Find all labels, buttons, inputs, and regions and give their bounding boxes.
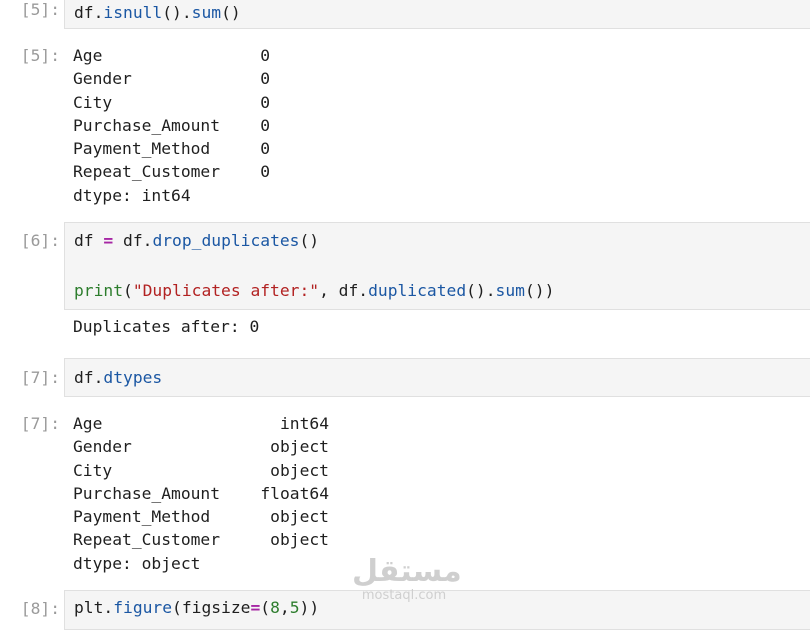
- cell-7-code-line: df.dtypes: [74, 366, 162, 389]
- series-value: int64: [279, 414, 329, 433]
- series-dtype: dtype: object: [73, 552, 329, 575]
- series-index: Repeat_Customer: [73, 530, 221, 550]
- series-row: Gender 0: [73, 67, 270, 90]
- code-token-number: 8: [270, 598, 280, 617]
- series-value: float64: [260, 483, 329, 503]
- code-token: ,: [279, 598, 290, 617]
- series-row: Purchase_Amount float64: [73, 482, 329, 505]
- cell-5-output-prompt: [5]:: [20, 46, 60, 65]
- cell-5-code-editor[interactable]: df.isnull().sum(): [64, 0, 810, 29]
- series-index: City: [73, 92, 113, 112]
- series-row: City 0: [73, 91, 270, 114]
- code-token-function: sum: [191, 3, 222, 22]
- cell-6-stdout: Duplicates after: 0: [73, 317, 260, 336]
- series-value: object: [270, 460, 329, 480]
- cell-7-input-prompt: [7]:: [20, 368, 60, 387]
- code-token: df: [74, 231, 104, 250]
- series-row: Gender object: [73, 435, 329, 458]
- cell-8-code-editor[interactable]: plt.figure(figsize=(8,5)): [64, 590, 810, 630]
- code-token-function: drop_duplicates: [152, 231, 300, 250]
- series-value: 0: [260, 46, 270, 65]
- series-index: Purchase_Amount: [73, 483, 221, 503]
- code-token: ().: [466, 281, 496, 300]
- series-row: City object: [73, 459, 329, 482]
- cell-6-code-line-1: df = df.drop_duplicates(): [74, 229, 319, 252]
- cell-5-output-series: Age 0 Gender 0 City 0 Purchase_Amount 0 Paym…: [73, 44, 270, 207]
- code-token: , df.: [319, 281, 369, 300]
- code-token: (): [299, 231, 320, 250]
- series-dtype-label: dtype: object: [73, 553, 201, 573]
- cell-7-output-series: Age int64 Gender object City object Purchas…: [73, 412, 329, 575]
- code-token-function: sum: [495, 281, 525, 300]
- series-index: Payment_Method: [73, 507, 211, 527]
- series-dtype: dtype: int64: [73, 184, 270, 207]
- code-token: )): [299, 598, 320, 617]
- series-row: Payment_Method 0: [73, 137, 270, 160]
- code-token: df.: [113, 231, 153, 250]
- code-token: plt.: [74, 598, 114, 617]
- series-value: 0: [260, 162, 270, 182]
- code-token: ()): [524, 281, 555, 300]
- code-token: ().: [162, 3, 192, 22]
- code-token: (: [123, 281, 133, 300]
- series-row: Payment_Method object: [73, 505, 329, 528]
- code-token-function: isnull: [103, 3, 163, 22]
- series-row: Repeat_Customer 0: [73, 160, 270, 183]
- series-index: Purchase_Amount: [73, 115, 221, 135]
- watermark-arabic-logo: مستقل: [352, 554, 462, 589]
- series-index: Age: [73, 414, 103, 433]
- cell-8-code-line: plt.figure(figsize=(8,5)): [74, 596, 319, 619]
- series-value: 0: [260, 115, 270, 135]
- series-value: 0: [260, 139, 270, 159]
- series-row: Age int64: [73, 412, 329, 435]
- series-dtype-label: dtype: int64: [73, 185, 191, 205]
- series-value: object: [270, 507, 329, 527]
- series-value: object: [270, 530, 329, 550]
- series-index: Payment_Method: [73, 139, 211, 159]
- code-token: df: [74, 3, 94, 22]
- code-token: (): [221, 3, 241, 22]
- cell-6-input-prompt: [6]:: [20, 231, 60, 250]
- code-token-operator: =: [250, 598, 261, 617]
- cell-7-code-editor[interactable]: df.dtypes: [64, 358, 810, 397]
- cell-5-code-line: df.isnull().sum(): [74, 1, 241, 24]
- series-index: Repeat_Customer: [73, 162, 221, 182]
- cell-5-input-prompt: [5]:: [20, 0, 60, 19]
- series-value: object: [270, 437, 329, 457]
- series-row: Age 0: [73, 44, 270, 67]
- code-token-function: dtypes: [103, 368, 163, 387]
- code-token-builtin: print: [74, 281, 124, 300]
- series-index: Age: [73, 46, 103, 65]
- code-token-operator: =: [103, 231, 114, 250]
- cell-6-code-line-2: print("Duplicates after:", df.duplicated…: [74, 279, 554, 302]
- code-token-function: figure: [113, 598, 173, 617]
- code-token: df.: [74, 368, 104, 387]
- code-token: (figsize: [172, 598, 251, 617]
- cell-7-output-prompt: [7]:: [20, 414, 60, 433]
- series-index: City: [73, 460, 113, 480]
- code-token: .: [93, 3, 104, 22]
- series-value: 0: [260, 69, 270, 89]
- series-index: Gender: [73, 69, 132, 89]
- cell-6-code-editor[interactable]: df = df.drop_duplicates() print("Duplica…: [64, 222, 810, 310]
- series-row: Purchase_Amount 0: [73, 114, 270, 137]
- code-token-number: 5: [289, 598, 300, 617]
- code-token: (: [260, 598, 271, 617]
- code-token-function: duplicated: [368, 281, 467, 300]
- series-row: Repeat_Customer object: [73, 528, 329, 551]
- series-index: Gender: [73, 437, 132, 457]
- series-value: 0: [260, 92, 270, 112]
- code-token-string: "Duplicates after:": [132, 281, 320, 300]
